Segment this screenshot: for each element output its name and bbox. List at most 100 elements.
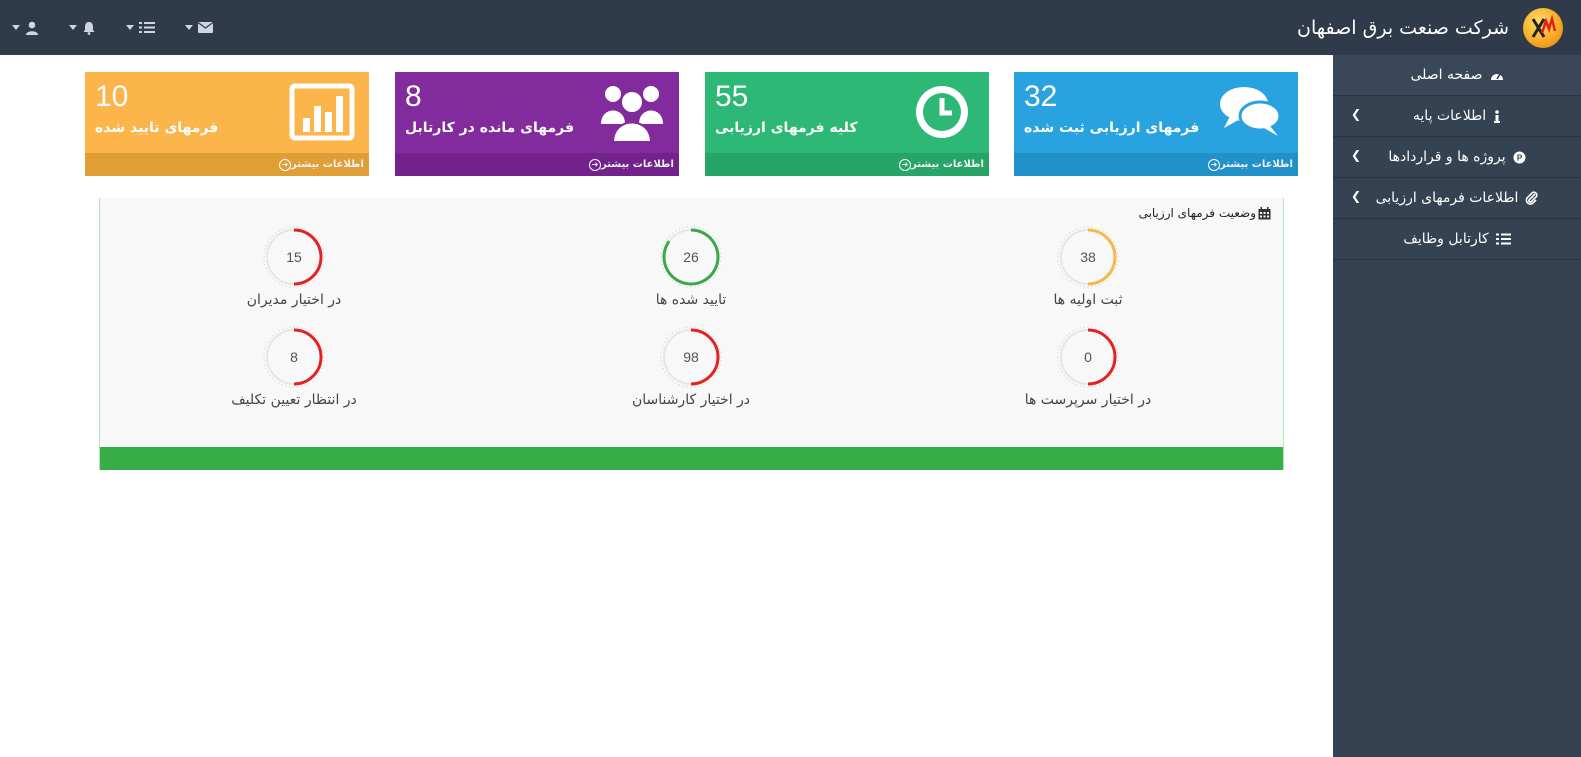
gauge-tick bbox=[1091, 226, 1093, 228]
brand[interactable]: شرکت صنعت برق اصفهان bbox=[1297, 0, 1581, 55]
gauge-tick bbox=[669, 335, 671, 337]
stat-label: فرمهای مانده در کارتابل bbox=[405, 120, 574, 136]
gauge-tick bbox=[1066, 277, 1068, 279]
gauge-tick bbox=[1105, 232, 1107, 234]
gauge-initial-registrations: 38 ثبت اولیه ها bbox=[998, 225, 1178, 308]
gauge-tick bbox=[269, 274, 271, 276]
gauge-tick bbox=[1108, 235, 1110, 237]
gauge-tick bbox=[1102, 282, 1104, 284]
panel-footer-bar bbox=[100, 447, 1283, 470]
gauge-value: 38 bbox=[1080, 249, 1096, 265]
gauge-tick bbox=[272, 277, 274, 279]
sidebar-item-task-cartable[interactable]: کارتابل وظایف bbox=[1333, 219, 1581, 260]
gauge-tick bbox=[285, 327, 287, 329]
gauge-tick bbox=[686, 226, 688, 228]
company-logo-icon bbox=[1523, 7, 1563, 48]
gauge-tick bbox=[1091, 386, 1093, 388]
notifications-menu[interactable] bbox=[69, 0, 96, 55]
gauge-tick bbox=[264, 364, 266, 366]
caret-down-icon bbox=[185, 25, 193, 30]
gauge-tick bbox=[317, 374, 319, 376]
gauge-tick bbox=[1057, 252, 1059, 254]
gauge-tick bbox=[308, 282, 310, 284]
gauge-tick bbox=[308, 382, 310, 384]
gauge-tick bbox=[1091, 326, 1093, 328]
gauge-tick bbox=[272, 377, 274, 379]
more-info-link[interactable]: ➜ اطلاعات بیشتر bbox=[1014, 153, 1298, 176]
gauge-label: تایید شده ها bbox=[655, 292, 727, 308]
gauge-tick bbox=[662, 367, 664, 370]
gauge-tick bbox=[661, 364, 663, 366]
gauge-tick bbox=[720, 260, 722, 262]
user-menu[interactable] bbox=[12, 0, 39, 55]
users-icon bbox=[601, 86, 663, 143]
gauge-tick bbox=[322, 248, 324, 250]
gauge-tick bbox=[267, 271, 269, 273]
gauge-tick bbox=[1075, 284, 1078, 286]
gauge-tick bbox=[672, 232, 674, 234]
gauge-tick bbox=[705, 330, 707, 332]
more-info-label: اطلاعات بیشتر bbox=[291, 159, 364, 170]
gauge-tick bbox=[317, 338, 319, 340]
gauge-tick bbox=[319, 341, 321, 343]
sidebar-item-home[interactable]: صفحه اصلی bbox=[1333, 55, 1581, 96]
gauge-value: 26 bbox=[683, 249, 699, 265]
gauge-tick bbox=[285, 385, 287, 387]
more-info-link[interactable]: ➜ اطلاعات بیشتر bbox=[85, 153, 369, 176]
gauge-tick bbox=[718, 267, 720, 270]
stat-box-registered-forms: 32 فرمهای ارزیابی ثبت شده ➜ اطلاعات بیشتر bbox=[1014, 72, 1298, 176]
gauge-tick bbox=[678, 284, 681, 286]
gauge-tick bbox=[1105, 280, 1107, 282]
gauge-tick bbox=[690, 286, 692, 288]
gauge-tick bbox=[690, 326, 692, 328]
gauge-tick bbox=[1116, 364, 1118, 366]
gauge-tick bbox=[1066, 335, 1068, 337]
gauge-tick bbox=[1087, 226, 1089, 228]
bell-icon bbox=[83, 21, 95, 35]
gauge-tick bbox=[664, 241, 666, 243]
gauge-tick bbox=[264, 348, 266, 350]
gauge-tick bbox=[322, 364, 324, 366]
gauge-tick bbox=[1079, 285, 1081, 287]
gauge-tick bbox=[322, 264, 324, 266]
gauge-tick bbox=[1079, 327, 1081, 329]
more-info-link[interactable]: ➜ اطلاعات بیشتر bbox=[395, 153, 679, 176]
gauge-tick bbox=[718, 244, 720, 247]
arrow-circle-icon: ➜ bbox=[589, 158, 601, 171]
gauge-tick bbox=[1057, 356, 1059, 358]
gauge-tick bbox=[678, 228, 681, 230]
gauge-tick bbox=[1087, 286, 1089, 288]
gauge-tick bbox=[1063, 238, 1065, 240]
gauge-tick bbox=[666, 338, 668, 340]
gauge-tick bbox=[289, 386, 291, 388]
clock-icon bbox=[916, 86, 968, 138]
gauge-tick bbox=[1063, 338, 1065, 340]
stat-value: 8 bbox=[405, 80, 422, 113]
tasks-menu[interactable] bbox=[126, 0, 155, 55]
gauge-tick bbox=[1111, 238, 1113, 240]
sidebar-item-label: پروژه ها و قراردادها bbox=[1388, 149, 1506, 165]
messages-menu[interactable] bbox=[185, 0, 213, 55]
sidebar-item-evaluation-forms[interactable]: اطلاعات فرمهای ارزیابی ❯ bbox=[1333, 178, 1581, 219]
sidebar-item-label: کارتابل وظایف bbox=[1403, 231, 1489, 247]
gauge-tick bbox=[267, 241, 269, 243]
more-info-link[interactable]: ➜ اطلاعات بیشتر bbox=[705, 153, 989, 176]
gauge-tick bbox=[701, 384, 704, 386]
sidebar-item-base-info[interactable]: اطلاعات پایه ❯ bbox=[1333, 96, 1581, 137]
gauge-tick bbox=[708, 332, 710, 334]
sidebar-item-label: صفحه اصلی bbox=[1410, 67, 1483, 83]
gauge-tick bbox=[716, 341, 718, 343]
gauge-tick bbox=[720, 356, 722, 358]
stat-label: کلیه فرمهای ارزیابی bbox=[715, 120, 858, 136]
gauge-tick bbox=[708, 380, 710, 382]
caret-down-icon bbox=[69, 25, 77, 30]
gauge-tick bbox=[321, 244, 323, 247]
gauge-tick bbox=[1095, 285, 1097, 287]
gauge-tick bbox=[1108, 377, 1110, 379]
sidebar-item-label: اطلاعات پایه bbox=[1412, 108, 1487, 124]
gauge-tick bbox=[1108, 277, 1110, 279]
sidebar-item-projects[interactable]: P پروژه ها و قراردادها ❯ bbox=[1333, 137, 1581, 178]
gauge-tick bbox=[711, 235, 713, 237]
gauge-tick bbox=[662, 344, 664, 347]
gauge-tick bbox=[1063, 374, 1065, 376]
